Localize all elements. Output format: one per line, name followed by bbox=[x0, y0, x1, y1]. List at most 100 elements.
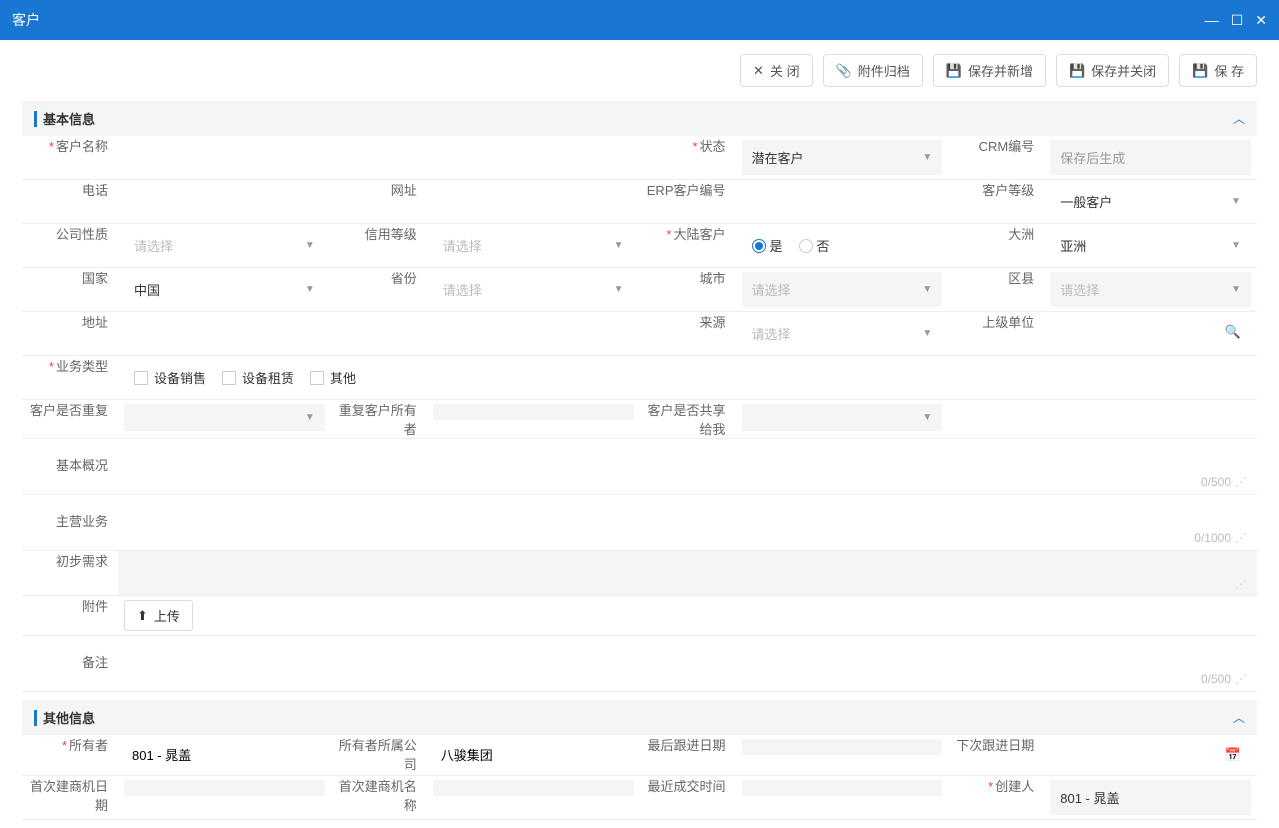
initial-needs-label: 初步需求 bbox=[22, 551, 118, 595]
chevron-up-icon[interactable]: ︿ bbox=[1233, 709, 1245, 726]
save-button[interactable]: 💾 保 存 bbox=[1179, 54, 1257, 87]
other-info-header[interactable]: 其他信息 ︿ bbox=[22, 700, 1257, 735]
last-deal-time-input bbox=[742, 780, 943, 796]
parent-unit-lookup[interactable]: 🔍 bbox=[1050, 316, 1251, 348]
window-title: 客户 bbox=[12, 10, 40, 30]
first-opp-name-input bbox=[433, 780, 634, 796]
caret-down-icon: ▼ bbox=[922, 284, 932, 295]
source-select[interactable]: 请选择 ▼ bbox=[742, 316, 943, 351]
caret-down-icon: ▼ bbox=[1231, 240, 1241, 251]
radio-dot-icon bbox=[799, 239, 813, 253]
calendar-icon[interactable]: 📅 bbox=[1225, 747, 1241, 763]
close-button[interactable]: ✕ 关 闭 bbox=[740, 54, 813, 87]
erp-no-label: ERP客户编号 bbox=[640, 180, 736, 223]
caret-down-icon: ▼ bbox=[1231, 196, 1241, 207]
overview-textarea[interactable]: 0/500⋰ bbox=[118, 449, 1257, 493]
is-duplicate-select: ▼ bbox=[124, 404, 325, 431]
close-window-icon[interactable]: ✕ bbox=[1255, 12, 1267, 29]
last-follow-label: 最后跟进日期 bbox=[640, 735, 736, 775]
address-label: 地址 bbox=[22, 312, 118, 355]
paperclip-icon: 📎 bbox=[836, 63, 852, 79]
creator-value: 801 - 晁盖 bbox=[1050, 780, 1251, 815]
save-icon: 💾 bbox=[1069, 63, 1085, 79]
search-icon[interactable]: 🔍 bbox=[1225, 324, 1241, 340]
maximize-icon[interactable]: ☐ bbox=[1231, 12, 1244, 29]
basic-info-title: 基本信息 bbox=[43, 109, 95, 128]
owner-company-input[interactable] bbox=[433, 739, 634, 770]
radio-dot-icon bbox=[752, 239, 766, 253]
creator-label: 创建人 bbox=[948, 776, 1044, 819]
last-follow-input bbox=[742, 739, 943, 755]
next-follow-date[interactable]: 📅 bbox=[1050, 739, 1251, 771]
first-opp-date-input bbox=[124, 780, 325, 796]
owner-label: 所有者 bbox=[22, 735, 118, 775]
resize-handle-icon[interactable]: ⋰ bbox=[1235, 672, 1247, 686]
save-new-label: 保存并新增 bbox=[968, 61, 1033, 80]
main-biz-label: 主营业务 bbox=[22, 505, 118, 530]
crm-no-value: 保存后生成 bbox=[1050, 140, 1251, 175]
main-biz-textarea[interactable]: 0/1000⋰ bbox=[118, 505, 1257, 549]
mainland-radio-group: 是 否 bbox=[742, 228, 943, 263]
continent-select[interactable]: 亚洲 ▼ bbox=[1050, 228, 1251, 263]
company-type-label: 公司性质 bbox=[22, 224, 118, 267]
level-label: 客户等级 bbox=[948, 180, 1044, 223]
save-new-button[interactable]: 💾 保存并新增 bbox=[933, 54, 1046, 87]
address-input[interactable] bbox=[124, 316, 634, 347]
mainland-yes-radio[interactable]: 是 bbox=[752, 236, 783, 255]
chevron-up-icon[interactable]: ︿ bbox=[1233, 110, 1245, 127]
country-select[interactable]: 中国 ▼ bbox=[124, 272, 325, 307]
window-titlebar: 客户 — ☐ ✕ bbox=[0, 0, 1279, 40]
other-info-section: 其他信息 ︿ 所有者 所有者所属公司 最后跟进日期 下次跟进日期 📅 bbox=[22, 700, 1257, 820]
basic-info-section: 基本信息 ︿ 客户名称 状态 潜在客户 ▼ CRM编号 保存后生成 电话 bbox=[22, 101, 1257, 692]
status-label: 状态 bbox=[640, 136, 736, 179]
district-label: 区县 bbox=[948, 268, 1044, 311]
phone-input[interactable] bbox=[124, 184, 325, 215]
basic-info-header[interactable]: 基本信息 ︿ bbox=[22, 101, 1257, 136]
mainland-no-radio[interactable]: 否 bbox=[799, 236, 830, 255]
resize-handle-icon[interactable]: ⋰ bbox=[1235, 531, 1247, 545]
website-input[interactable] bbox=[433, 184, 634, 215]
archive-button[interactable]: 📎 附件归档 bbox=[823, 54, 923, 87]
caret-down-icon: ▼ bbox=[1231, 284, 1241, 295]
biz-type-checkboxes: 设备销售 设备租赁 其他 bbox=[124, 360, 1251, 395]
owner-input[interactable] bbox=[124, 739, 325, 770]
equipment-rent-checkbox[interactable]: 设备租赁 bbox=[222, 368, 294, 387]
district-select: 请选择 ▼ bbox=[1050, 272, 1251, 307]
shared-to-me-label: 客户是否共享给我 bbox=[640, 400, 736, 438]
caret-down-icon: ▼ bbox=[922, 152, 932, 163]
resize-handle-icon[interactable]: ⋰ bbox=[1235, 475, 1247, 489]
is-duplicate-label: 客户是否重复 bbox=[22, 400, 118, 438]
next-follow-label: 下次跟进日期 bbox=[948, 735, 1044, 775]
dup-owner-input bbox=[433, 404, 634, 420]
section-bar bbox=[34, 111, 37, 127]
overview-label: 基本概况 bbox=[22, 449, 118, 474]
erp-no-input[interactable] bbox=[742, 184, 943, 215]
upload-button[interactable]: ⬆ 上传 bbox=[124, 600, 193, 631]
source-label: 来源 bbox=[640, 312, 736, 355]
biz-type-label: 业务类型 bbox=[22, 356, 118, 399]
province-select[interactable]: 请选择 ▼ bbox=[433, 272, 634, 307]
caret-down-icon: ▼ bbox=[922, 328, 932, 339]
save-close-button[interactable]: 💾 保存并关闭 bbox=[1056, 54, 1169, 87]
other-checkbox[interactable]: 其他 bbox=[310, 368, 356, 387]
crm-no-label: CRM编号 bbox=[948, 136, 1044, 179]
caret-down-icon: ▼ bbox=[305, 240, 315, 251]
initial-needs-textarea: ⋰ bbox=[118, 551, 1257, 595]
phone-label: 电话 bbox=[22, 180, 118, 223]
company-type-select[interactable]: 请选择 ▼ bbox=[124, 228, 325, 263]
status-select: 潜在客户 ▼ bbox=[742, 140, 943, 175]
status-value: 潜在客户 bbox=[752, 148, 804, 167]
province-label: 省份 bbox=[331, 268, 427, 311]
remark-textarea[interactable]: 0/500⋰ bbox=[118, 646, 1257, 690]
customer-name-input[interactable] bbox=[124, 140, 634, 171]
country-label: 国家 bbox=[22, 268, 118, 311]
level-select[interactable]: 一般客户 ▼ bbox=[1050, 184, 1251, 219]
upload-icon: ⬆ bbox=[137, 608, 148, 624]
equipment-sale-checkbox[interactable]: 设备销售 bbox=[134, 368, 206, 387]
save-icon: 💾 bbox=[1192, 63, 1208, 79]
window-controls: — ☐ ✕ bbox=[1205, 12, 1267, 29]
mainland-label: 大陆客户 bbox=[640, 224, 736, 267]
minimize-icon[interactable]: — bbox=[1205, 12, 1219, 29]
credit-level-select[interactable]: 请选择 ▼ bbox=[433, 228, 634, 263]
dup-owner-label: 重复客户所有者 bbox=[331, 400, 427, 438]
